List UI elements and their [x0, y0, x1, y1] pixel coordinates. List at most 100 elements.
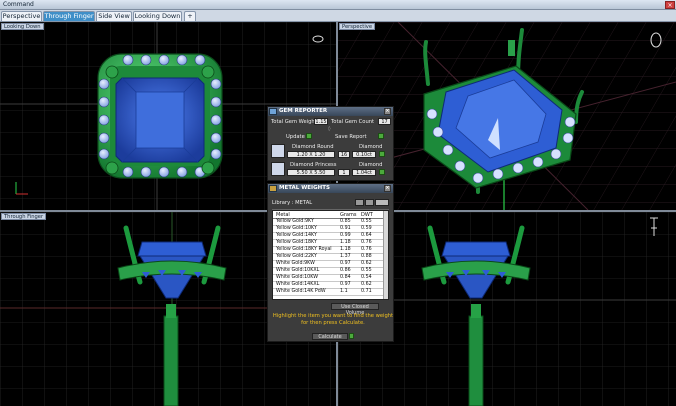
close-icon[interactable]: ×	[384, 185, 391, 192]
row-grams: 0.99	[340, 233, 351, 238]
row-dwt: 0.64	[361, 233, 372, 238]
row-grams: 0.97	[340, 282, 351, 287]
row-grams: 1.37	[340, 254, 351, 259]
diamond-princess-icon	[271, 162, 285, 176]
total-gem-weight-label: Total Gem Weight	[271, 119, 317, 125]
tab-through-finger[interactable]: Through Finger	[43, 11, 95, 21]
add-tab-button[interactable]: +	[184, 11, 196, 21]
tab-looking-down[interactable]: Looking Down	[133, 11, 182, 21]
filter-icon[interactable]	[375, 199, 389, 206]
divider-handle-icon: ◊	[328, 126, 331, 132]
table-row[interactable]: White Gold:10KW 0.84 0.54	[273, 275, 388, 282]
table-row[interactable]: White Gold:9KW 0.97 0.62	[273, 261, 388, 268]
row-metal: Yellow Gold:10KY	[276, 226, 317, 231]
list-view-icon[interactable]	[365, 199, 374, 206]
gem-reporter-panel: GEM REPORTER × Total Gem Weight 1.15 Tot…	[267, 106, 394, 181]
row-dwt: 0.88	[361, 254, 372, 259]
diamond-round-icon	[271, 144, 285, 158]
gem-reporter-header[interactable]: GEM REPORTER ×	[268, 107, 393, 116]
column-dwt: DWT	[361, 212, 373, 218]
table-row[interactable]: Yellow Gold:9KY 0.85 0.55	[273, 219, 388, 226]
row-dwt: 0.62	[361, 261, 372, 266]
save-report-label: Save Report	[335, 134, 367, 140]
total-gem-weight-value: 1.15	[314, 118, 328, 125]
row-grams: 0.97	[340, 261, 351, 266]
metal-weights-title: METAL WEIGHTS	[279, 185, 330, 191]
table-row[interactable]: White Gold:10KXL 0.86 0.55	[273, 268, 388, 275]
gem-row-1-button[interactable]	[379, 151, 385, 157]
total-gem-count-value: 17	[378, 118, 391, 125]
grid-view-icon[interactable]	[355, 199, 364, 206]
row-metal: White Gold:10KW	[276, 275, 318, 280]
viewport-tab-bar: Perspective Through Finger Side View Loo…	[0, 10, 676, 22]
row-dwt: 0.55	[361, 219, 372, 224]
row-grams: 0.91	[340, 226, 351, 231]
row-dwt: 0.54	[361, 275, 372, 280]
row-metal: Yellow Gold:9KY	[276, 219, 314, 224]
row-dwt: 0.76	[361, 247, 372, 252]
row-metal: Yellow Gold:18KY Royal	[276, 247, 332, 252]
gem-name-2: Diamond Princess	[290, 162, 337, 168]
row-metal: Yellow Gold:22KY	[276, 254, 317, 259]
gem-size-2: 5.50 X 5.50	[287, 169, 335, 176]
gem-size-1: 1.20 X 1.20	[287, 151, 335, 158]
row-metal: Yellow Gold:14KY	[276, 233, 317, 238]
app-window: Command × Perspective Through Finger Sid…	[0, 0, 676, 406]
table-row[interactable]: Yellow Gold:10KY 0.91 0.59	[273, 226, 388, 233]
row-grams: 0.86	[340, 268, 351, 273]
gem-type-1: Diamond	[359, 144, 383, 150]
row-grams: 0.84	[340, 275, 351, 280]
total-gem-count-label: Total Gem Count	[331, 119, 375, 125]
calculate-hint: Highlight the item you want to find the …	[272, 313, 394, 326]
row-grams: 1.18	[340, 240, 351, 245]
viewport-label-perspective[interactable]: Perspective	[339, 23, 376, 30]
row-dwt: 0.55	[361, 268, 372, 273]
scale-icon	[269, 185, 277, 192]
metal-weights-panel: METAL WEIGHTS × Library : METAL Metal Gr…	[267, 183, 394, 342]
table-header: Metal Grams DWT	[273, 211, 388, 219]
row-grams: 1.18	[340, 247, 351, 252]
metal-weights-header[interactable]: METAL WEIGHTS ×	[268, 184, 393, 193]
table-row[interactable]: White Gold:14K PdW 1.1 0.71	[273, 289, 388, 296]
gem-type-2: Diamond	[359, 162, 383, 168]
close-icon[interactable]: ×	[665, 1, 675, 9]
save-report-button[interactable]	[378, 133, 384, 139]
row-dwt: 0.71	[361, 289, 372, 294]
update-button[interactable]	[306, 133, 312, 139]
update-label: Update	[286, 134, 305, 140]
row-metal: White Gold:9KW	[276, 261, 315, 266]
close-icon[interactable]: ×	[384, 108, 391, 115]
row-dwt: 0.76	[361, 240, 372, 245]
command-bar[interactable]: Command ×	[0, 0, 676, 10]
gem-name-1: Diamond Round	[292, 144, 334, 150]
row-metal: White Gold:10KXL	[276, 268, 320, 273]
command-label: Command	[3, 1, 34, 8]
row-metal: White Gold:14KXL	[276, 282, 320, 287]
gem-row-2-button[interactable]	[379, 169, 385, 175]
gem-count-2: 1	[338, 169, 350, 176]
column-grams: Grams	[340, 212, 357, 218]
table-row[interactable]: White Gold:14KXL 0.97 0.62	[273, 282, 388, 289]
tab-perspective[interactable]: Perspective	[1, 11, 42, 21]
row-dwt: 0.62	[361, 282, 372, 287]
viewport-label-through-finger[interactable]: Through Finger	[1, 213, 47, 220]
calculate-button[interactable]: Calculate	[312, 333, 348, 340]
table-row[interactable]: Yellow Gold:18KY 1.18 0.76	[273, 240, 388, 247]
table-row[interactable]: Yellow Gold:14KY 0.99 0.64	[273, 233, 388, 240]
table-row[interactable]: Yellow Gold:22KY 1.37 0.88	[273, 254, 388, 261]
gem-count-1: 16	[338, 151, 350, 158]
gem-weight-1: 0.10ct	[352, 151, 376, 158]
table-scrollbar[interactable]	[383, 211, 388, 299]
column-metal: Metal	[276, 212, 290, 218]
gem-weight-2: 1.04ct	[352, 169, 376, 176]
volume-selector[interactable]: Use Closed Volume	[331, 303, 379, 316]
calculate-go-icon[interactable]	[349, 333, 354, 339]
library-label: Library : METAL	[272, 200, 313, 206]
viewport-label-looking-down[interactable]: Looking Down	[1, 23, 44, 30]
metal-weights-table[interactable]: Metal Grams DWT Yellow Gold:9KY 0.85 0.55 …	[272, 210, 389, 300]
row-grams: 0.85	[340, 219, 351, 224]
tab-side-view[interactable]: Side View	[96, 11, 132, 21]
row-metal: White Gold:14K PdW	[276, 289, 326, 294]
table-row[interactable]: Yellow Gold:18KY Royal 1.18 0.76	[273, 247, 388, 254]
gem-reporter-title: GEM REPORTER	[279, 108, 328, 114]
